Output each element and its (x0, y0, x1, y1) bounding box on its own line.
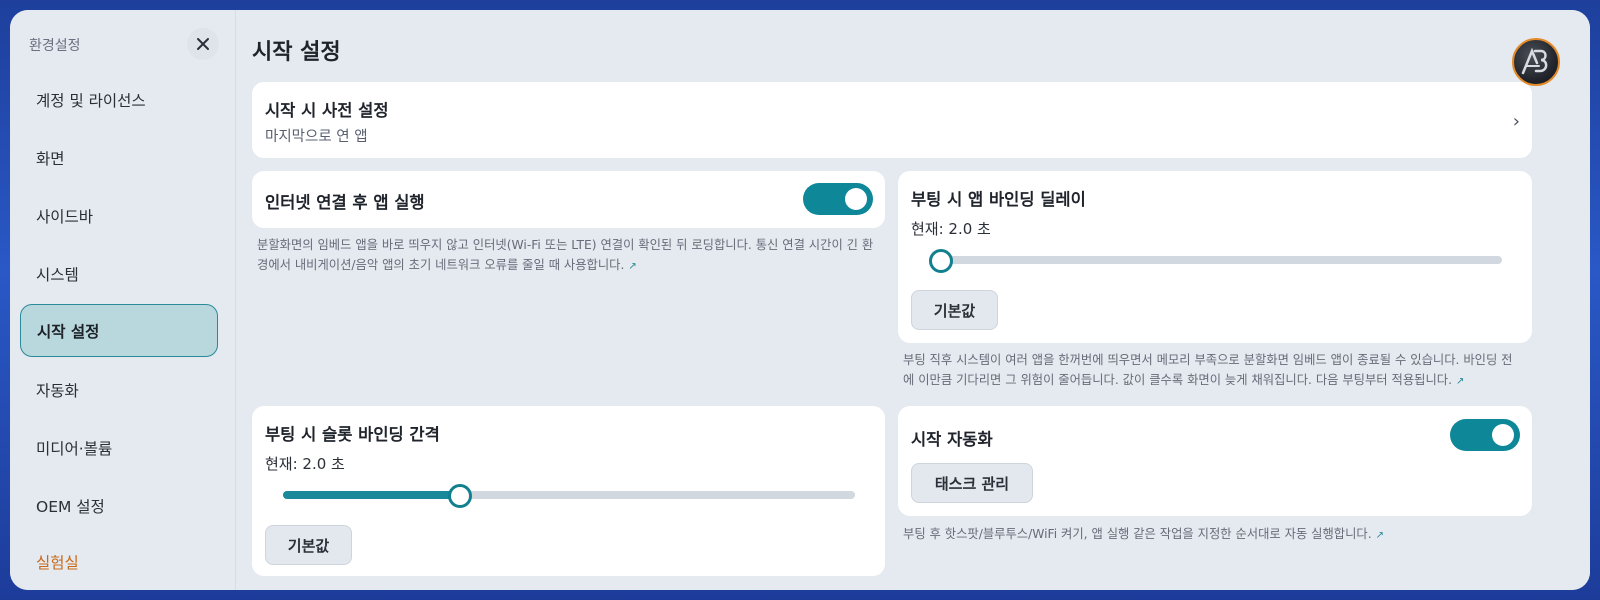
avatar[interactable] (1512, 38, 1560, 86)
page-title: 시작 설정 (252, 40, 341, 65)
start-automation-description: 부팅 후 핫스팟/블루투스/WiFi 켜기, 앱 실행 같은 작업을 지정한 순… (903, 524, 1533, 546)
sidebar-item-lab[interactable]: 실험실 (20, 537, 218, 587)
sidebar: 환경설정 계정 및 라이선스 화면 사이드바 시스템 시작 설정 자동화 미디어… (10, 10, 236, 590)
slot-interval-slider[interactable] (283, 484, 855, 508)
boot-delay-slider[interactable] (929, 249, 1502, 273)
start-automation-desc-text: 부팅 후 핫스팟/블루투스/WiFi 켜기, 앱 실행 같은 작업을 지정한 순… (903, 527, 1372, 541)
slot-interval-default-button[interactable]: 기본값 (265, 525, 352, 565)
logo-icon (1521, 48, 1548, 75)
settings-window: 환경설정 계정 및 라이선스 화면 사이드바 시스템 시작 설정 자동화 미디어… (10, 10, 1590, 590)
startup-preset-card[interactable]: 시작 시 사전 설정 마지막으로 연 앱 › (252, 82, 1532, 158)
sidebar-header: 환경설정 (29, 38, 81, 54)
slider-thumb[interactable] (448, 484, 473, 508)
sidebar-item-oem[interactable]: OEM 설정 (20, 481, 218, 531)
boot-delay-card: 부팅 시 앱 바인딩 딜레이 현재: 2.0 초 기본값 (898, 171, 1532, 343)
preset-value: 마지막으로 연 앱 (265, 129, 368, 145)
internet-desc-line1: 분할화면의 임베드 앱을 바로 띄우지 않고 인터넷(Wi-Fi 또는 LTE)… (257, 238, 874, 252)
start-automation-card: 시작 자동화 태스크 관리 (898, 406, 1532, 516)
sidebar-item-sidebar[interactable]: 사이드바 (20, 191, 218, 241)
boot-delay-description: 부팅 직후 시스템이 여러 앱을 한꺼번에 띄우면서 메모리 부족으로 분할화면… (903, 350, 1533, 392)
start-automation-toggle[interactable] (1450, 419, 1520, 451)
internet-launch-description: 분할화면의 임베드 앱을 바로 띄우지 않고 인터넷(Wi-Fi 또는 LTE)… (257, 235, 887, 277)
sidebar-item-system[interactable]: 시스템 (20, 249, 218, 299)
sidebar-item-startup[interactable]: 시작 설정 (20, 304, 218, 357)
slot-interval-card: 부팅 시 슬롯 바인딩 간격 현재: 2.0 초 기본값 (252, 406, 885, 576)
boot-delay-default-button[interactable]: 기본값 (911, 290, 998, 330)
start-automation-title: 시작 자동화 (911, 430, 993, 449)
boot-delay-desc-line1: 부팅 직후 시스템이 여러 앱을 한꺼번에 띄우면서 메모리 부족으로 분할화면… (903, 353, 1513, 367)
content-area: 시작 설정 시작 시 사전 설정 마지막으로 연 앱 › 인터넷 연결 후 앱 … (236, 10, 1590, 590)
toggle-knob (1492, 424, 1514, 446)
internet-launch-toggle[interactable] (803, 183, 873, 215)
slot-interval-title: 부팅 시 슬롯 바인딩 간격 (265, 425, 440, 444)
toggle-knob (845, 188, 867, 210)
slider-fill (283, 491, 461, 499)
internet-desc-line2: 경에서 내비게이션/음악 앱의 초기 네트워크 오류를 줄일 때 사용합니다. (257, 258, 625, 272)
sidebar-item-automation[interactable]: 자동화 (20, 365, 218, 415)
internet-launch-title: 인터넷 연결 후 앱 실행 (265, 193, 425, 212)
external-link-icon[interactable]: ↗ (628, 261, 636, 272)
boot-delay-title: 부팅 시 앱 바인딩 딜레이 (911, 190, 1086, 209)
task-manage-button[interactable]: 태스크 관리 (911, 463, 1033, 503)
close-icon (197, 38, 209, 50)
sidebar-item-account[interactable]: 계정 및 라이선스 (20, 75, 218, 125)
sidebar-item-media-volume[interactable]: 미디어·볼륨 (20, 423, 218, 473)
preset-title: 시작 시 사전 설정 (265, 101, 389, 120)
slot-interval-current: 현재: 2.0 초 (265, 455, 345, 473)
boot-delay-desc-line2: 에 이만큼 기다리면 그 위험이 줄어듭니다. 값이 클수록 화면이 늦게 채워… (903, 373, 1453, 387)
external-link-icon[interactable]: ↗ (1456, 376, 1464, 387)
close-button[interactable] (187, 28, 219, 60)
sidebar-item-display[interactable]: 화면 (20, 133, 218, 183)
chevron-right-icon: › (1512, 111, 1520, 132)
external-link-icon[interactable]: ↗ (1376, 530, 1384, 541)
internet-launch-card: 인터넷 연결 후 앱 실행 (252, 171, 885, 228)
slider-thumb[interactable] (929, 249, 954, 273)
boot-delay-current: 현재: 2.0 초 (911, 220, 991, 238)
